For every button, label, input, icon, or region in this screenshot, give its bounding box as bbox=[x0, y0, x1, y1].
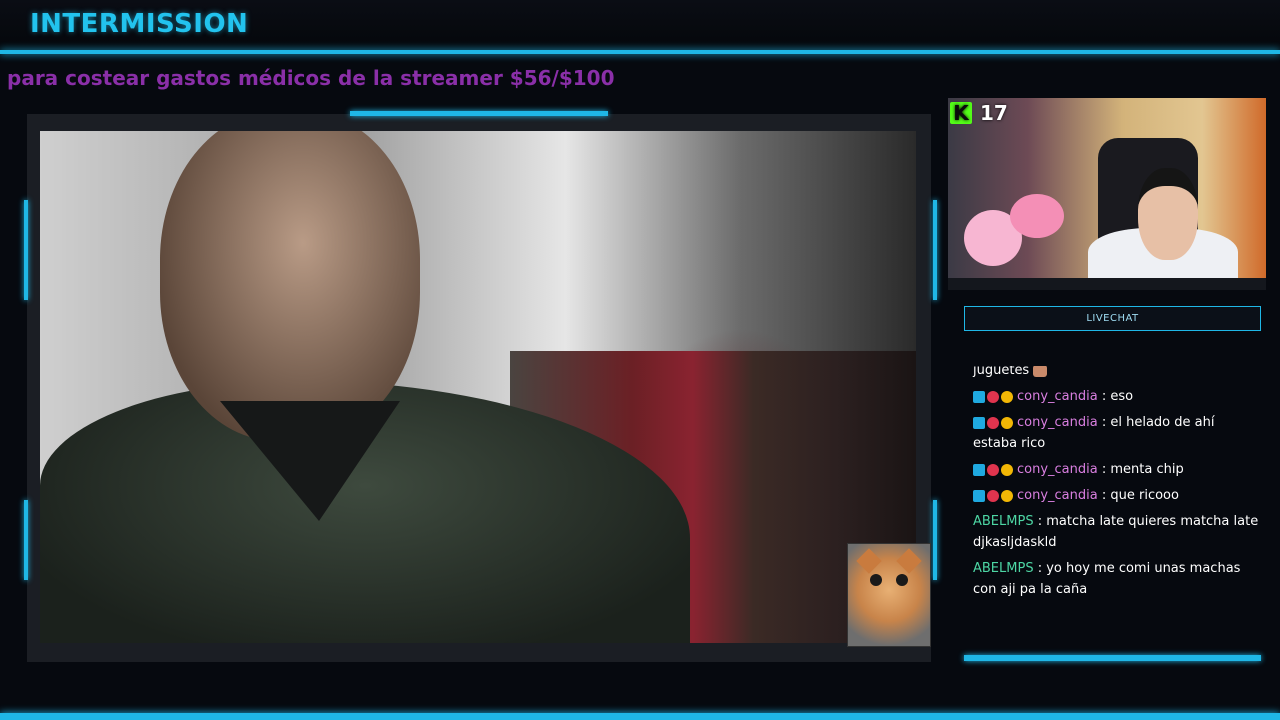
heart-icon bbox=[987, 416, 999, 429]
intermission-title: INTERMISSION bbox=[30, 9, 249, 39]
plush-toy bbox=[1010, 194, 1064, 238]
gift-icon bbox=[1001, 416, 1013, 429]
chat-message-text: : eso bbox=[1101, 389, 1134, 404]
goal-text: para costear gastos médicos de la stream… bbox=[7, 66, 503, 90]
frame-right-accent-lower bbox=[933, 500, 937, 580]
chat-username[interactable]: cony_candia bbox=[1017, 462, 1098, 477]
chat-message: cony_candia : menta chip bbox=[966, 457, 1268, 483]
cat-eye bbox=[870, 574, 882, 586]
viewer-count: K 17 bbox=[950, 100, 1008, 126]
streamer-head bbox=[1138, 168, 1198, 260]
chat-username[interactable]: ABELMPS bbox=[973, 561, 1034, 576]
chat-message: cony_candia : que ricooo bbox=[966, 483, 1268, 509]
streamer-webcam: K 17 bbox=[948, 98, 1266, 278]
chat-username[interactable]: cony_candia bbox=[1017, 488, 1098, 503]
chat-message: ABELMPS : matcha late quieres matcha lat… bbox=[966, 509, 1268, 556]
chat-username[interactable]: cony_candia bbox=[1017, 389, 1098, 404]
goal-amount: $56/$100 bbox=[509, 66, 615, 90]
prime-icon bbox=[973, 416, 985, 429]
frame-left-accent bbox=[24, 200, 28, 300]
heart-icon bbox=[987, 463, 999, 476]
cat-ear bbox=[856, 548, 882, 574]
gift-icon bbox=[1001, 463, 1013, 476]
kick-k-icon: K bbox=[950, 102, 972, 124]
emote-icon bbox=[1033, 366, 1048, 377]
chat-message: cony_candia : el helado de ahí estaba ri… bbox=[966, 410, 1268, 457]
user-badges bbox=[973, 416, 1013, 429]
prime-icon bbox=[973, 390, 985, 403]
frame-top-accent bbox=[350, 111, 608, 116]
prime-icon bbox=[973, 463, 985, 476]
webcam-bottom-bar bbox=[948, 278, 1266, 290]
heart-icon bbox=[987, 390, 999, 403]
chat-panel: juguetes cony_candia : eso cony_candia :… bbox=[966, 366, 1268, 650]
top-bar: INTERMISSION bbox=[0, 0, 1280, 50]
donation-goal: para costear gastos médicos de la stream… bbox=[7, 66, 615, 90]
frame-left-accent-lower bbox=[24, 500, 28, 580]
chat-message: juguetes bbox=[966, 366, 1268, 384]
person-head bbox=[160, 131, 420, 441]
gift-icon bbox=[1001, 390, 1013, 403]
chat-message-text: : que ricooo bbox=[1101, 488, 1179, 503]
chat-username[interactable]: cony_candia bbox=[1017, 415, 1098, 430]
chat-message-text: juguetes bbox=[973, 366, 1030, 378]
frame-right-accent bbox=[933, 200, 937, 300]
top-accent-line bbox=[0, 50, 1280, 54]
user-badges bbox=[973, 463, 1013, 476]
main-video bbox=[40, 131, 916, 643]
chat-bottom-accent bbox=[964, 655, 1261, 661]
user-badges bbox=[973, 489, 1013, 502]
livechat-header: LIVECHAT bbox=[964, 306, 1261, 331]
cat-eye bbox=[896, 574, 908, 586]
chat-username[interactable]: ABELMPS bbox=[973, 514, 1034, 529]
cat-ear bbox=[896, 548, 922, 574]
gift-icon bbox=[1001, 489, 1013, 502]
bottom-accent-line bbox=[0, 713, 1280, 720]
chat-message: cony_candia : eso bbox=[966, 384, 1268, 410]
chat-message-text: : menta chip bbox=[1101, 462, 1184, 477]
viewer-count-number: 17 bbox=[980, 101, 1008, 125]
prime-icon bbox=[973, 489, 985, 502]
heart-icon bbox=[987, 489, 999, 502]
chat-message: ABELMPS : yo hoy me comi unas machas con… bbox=[966, 556, 1268, 603]
cat-overlay-image bbox=[847, 543, 931, 647]
user-badges bbox=[973, 390, 1013, 403]
